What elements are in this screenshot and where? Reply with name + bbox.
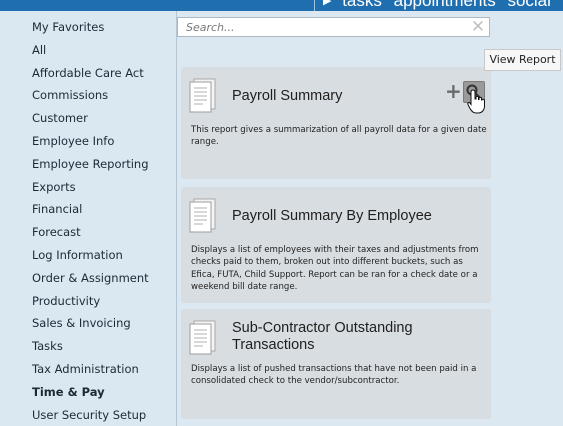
- sidebar-item-sales-and-invoicing[interactable]: Sales & Invoicing: [32, 312, 149, 335]
- search-input[interactable]: [178, 18, 476, 36]
- sidebar-item-tasks[interactable]: Tasks: [32, 335, 149, 358]
- hand-pointer-cursor-icon: [467, 89, 485, 114]
- sidebar-item-my-favorites[interactable]: My Favorites: [32, 16, 149, 39]
- report-description: Displays a list of employees with their …: [191, 245, 479, 293]
- report-title[interactable]: Sub-Contractor Outstanding Transactions: [232, 320, 472, 354]
- sidebar-item-forecast[interactable]: Forecast: [32, 221, 149, 244]
- search-box: ✕: [177, 17, 490, 37]
- sidebar-item-financial[interactable]: Financial: [32, 198, 149, 221]
- sidebar-item-employee-info[interactable]: Employee Info: [32, 130, 149, 153]
- sidebar-item-customer[interactable]: Customer: [32, 107, 149, 130]
- view-report-tooltip: View Report: [484, 49, 561, 71]
- sidebar-item-tax-administration[interactable]: Tax Administration: [32, 358, 149, 381]
- sidebar-item-exports[interactable]: Exports: [32, 176, 149, 199]
- top-nav: ▶ tasks appointments social: [314, 0, 563, 11]
- sidebar-item-all[interactable]: All: [32, 39, 149, 62]
- top-bar: ▶ tasks appointments social: [0, 0, 563, 11]
- report-description: Displays a list of pushed transactions t…: [191, 364, 477, 387]
- sidebar-item-employee-reporting[interactable]: Employee Reporting: [32, 153, 149, 176]
- report-list-panel: ✕ Payroll Summary This report gives a su…: [177, 11, 563, 426]
- sidebar-item-time-and-pay[interactable]: Time & Pay: [32, 381, 149, 404]
- sidebar-item-log-information[interactable]: Log Information: [32, 244, 149, 267]
- sidebar-item-commissions[interactable]: Commissions: [32, 84, 149, 107]
- report-card-payroll-summary-by-employee[interactable]: Payroll Summary By Employee Displays a l…: [181, 187, 491, 303]
- sidebar-item-productivity[interactable]: Productivity: [32, 290, 149, 313]
- clear-search-icon[interactable]: ✕: [469, 18, 487, 36]
- report-description: This report gives a summarization of all…: [191, 125, 487, 148]
- top-nav-appointments[interactable]: appointments: [394, 0, 496, 10]
- sidebar-item-order-and-assignment[interactable]: Order & Assignment: [32, 267, 149, 290]
- play-arrow-icon: ▶: [323, 0, 332, 7]
- report-title[interactable]: Payroll Summary: [232, 88, 472, 105]
- top-nav-social[interactable]: social: [507, 0, 550, 10]
- report-document-icon: [189, 320, 216, 355]
- report-document-icon: [189, 198, 216, 233]
- report-card-sub-contractor-outstanding-transactions[interactable]: Sub-Contractor Outstanding Transactions …: [181, 309, 491, 419]
- report-title[interactable]: Payroll Summary By Employee: [232, 208, 472, 225]
- report-document-icon: [189, 78, 216, 113]
- top-nav-tasks[interactable]: tasks: [342, 0, 382, 10]
- add-favorite-plus-icon[interactable]: +: [445, 81, 462, 101]
- report-category-sidebar: My Favorites All Affordable Care Act Commis…: [0, 11, 176, 426]
- sidebar-item-user-security-setup[interactable]: User Security Setup: [32, 404, 149, 426]
- category-list: My Favorites All Affordable Care Act Commis…: [32, 16, 149, 426]
- sidebar-item-affordable-care-act[interactable]: Affordable Care Act: [32, 62, 149, 85]
